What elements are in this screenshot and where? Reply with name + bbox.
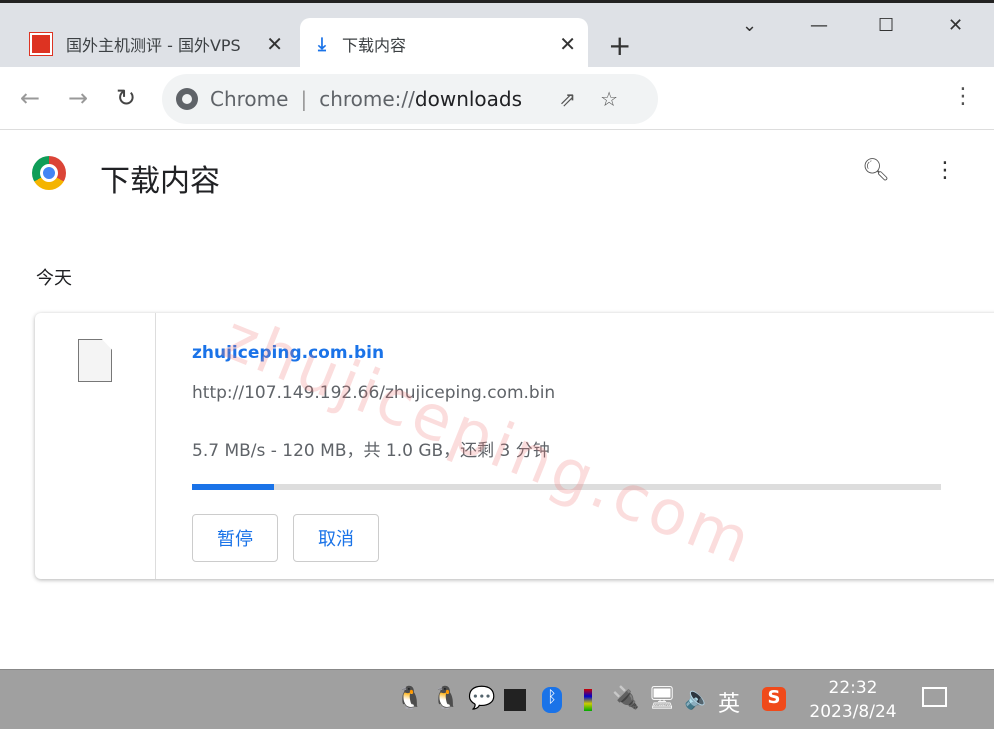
minimize-button[interactable]: — xyxy=(810,15,828,36)
date: 2023/8/24 xyxy=(809,702,897,722)
qq-icon[interactable]: 🐧 xyxy=(432,686,459,711)
cancel-button[interactable]: 取消 xyxy=(293,514,379,562)
divider xyxy=(155,313,156,579)
downloads-header: 下载内容 🔍︎ ⋮ xyxy=(0,130,994,220)
file-name-link[interactable]: zhujiceping.com.bin xyxy=(192,343,384,363)
toolbar: ← → ↻ Chrome | chrome://downloads ⇗☆ ⋮ xyxy=(0,67,994,130)
power-icon[interactable]: 🔌 xyxy=(612,686,639,711)
network-icon[interactable]: 🖥 xyxy=(648,686,676,711)
reload-button[interactable]: ↻ xyxy=(116,84,136,112)
progress-bar xyxy=(192,484,941,490)
date-section-label: 今天 xyxy=(36,268,72,289)
color-app-icon[interactable] xyxy=(584,689,592,711)
file-url: http://107.149.192.66/zhujiceping.com.bi… xyxy=(192,383,556,403)
chrome-menu-icon[interactable]: ⋮ xyxy=(952,84,974,109)
tab-strip: 国外主机测评 - 国外VPS ✕ ⤓ 下载内容 ✕ + ⌄ — ☐ ✕ xyxy=(0,0,994,70)
sogou-icon[interactable]: S xyxy=(762,687,786,711)
bluetooth-icon[interactable]: ᛒ xyxy=(542,687,562,713)
back-button[interactable]: ← xyxy=(20,84,40,112)
download-item: zhujiceping.com.bin http://107.149.192.6… xyxy=(35,313,994,579)
more-menu-icon[interactable]: ⋮ xyxy=(934,158,956,183)
forward-button[interactable]: → xyxy=(68,84,88,112)
volume-icon[interactable]: 🔈 xyxy=(684,686,711,711)
tab-search-chevron-icon[interactable]: ⌄ xyxy=(742,15,757,36)
tab-zhujiceping[interactable]: 国外主机测评 - 国外VPS ✕ xyxy=(20,18,295,70)
close-tab-icon[interactable]: ✕ xyxy=(559,32,576,56)
omnibox-actions: ⇗☆ xyxy=(559,87,642,111)
page-title: 下载内容 xyxy=(100,164,220,199)
chrome-icon xyxy=(176,88,198,110)
bookmark-star-icon[interactable]: ☆ xyxy=(600,87,642,111)
download-status: 5.7 MB/s - 120 MB，共 1.0 GB，还剩 3 分钟 xyxy=(192,441,550,461)
tab-downloads[interactable]: ⤓ 下载内容 ✕ xyxy=(300,18,588,70)
close-tab-icon[interactable]: ✕ xyxy=(266,32,283,56)
file-icon xyxy=(78,339,112,382)
taskbar: 🐧 🐧 💬 ᛒ 🔌 🖥 🔈 英 S 22:32 2023/8/24 xyxy=(0,669,994,729)
site-seal-icon xyxy=(29,32,53,56)
share-icon[interactable]: ⇗ xyxy=(559,87,600,111)
progress-fill xyxy=(192,484,275,490)
url-text: chrome://downloads xyxy=(319,87,523,111)
address-bar[interactable]: Chrome | chrome://downloads ⇗☆ xyxy=(162,74,658,124)
wechat-icon[interactable]: 💬 xyxy=(468,686,495,711)
pause-button[interactable]: 暂停 xyxy=(192,514,278,562)
tab-title: 下载内容 xyxy=(341,36,406,55)
new-tab-button[interactable]: + xyxy=(608,29,631,62)
tab-title: 国外主机测评 - 国外VPS xyxy=(66,36,241,55)
close-window-button[interactable]: ✕ xyxy=(948,15,963,36)
search-icon[interactable]: 🔍︎ xyxy=(862,158,890,183)
separator: | xyxy=(300,87,308,111)
notification-icon[interactable] xyxy=(922,687,947,707)
ime-indicator[interactable]: 英 xyxy=(718,686,740,718)
clock[interactable]: 22:32 2023/8/24 xyxy=(808,676,898,724)
origin-label: Chrome xyxy=(210,87,289,111)
maximize-button[interactable]: ☐ xyxy=(878,15,894,36)
chrome-logo-icon xyxy=(32,156,66,190)
qq-icon[interactable]: 🐧 xyxy=(396,686,423,711)
nvidia-icon[interactable] xyxy=(504,689,526,711)
download-icon: ⤓ xyxy=(318,33,326,55)
time: 22:32 xyxy=(828,678,878,698)
